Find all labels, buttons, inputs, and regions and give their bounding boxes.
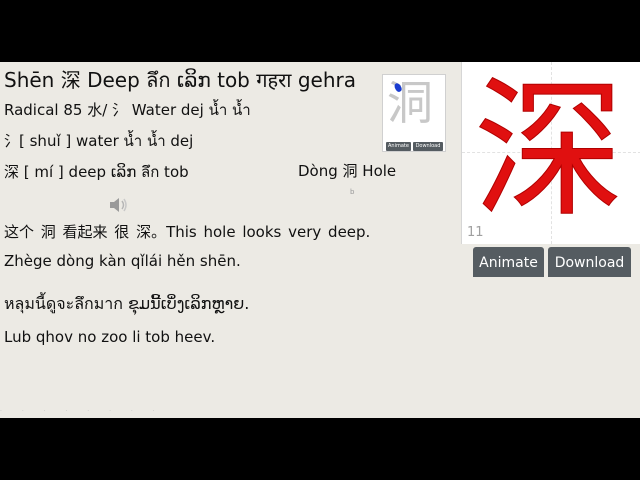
main-character: 深 [473,64,625,239]
stroke-order-panel: 深 11 [461,62,640,244]
example-sentence-thai-lao: หลุมนี้ดูจะลึกมาก ຂຸມນີ້ເບິ່ງເລິກຫຼາຍ. [4,294,250,313]
tiny-marker: b [350,188,355,196]
lesson-content: Shēn 深 Deep ลึก ເລິກ tob गहरा gehra Radi… [0,62,640,418]
related-character-thumbnail: 洞 Animate Download [382,74,446,152]
example-sentence-chinese: 这个 洞 看起来 很 深。This hole looks very deep. [4,223,371,241]
lesson-title: Shēn 深 Deep ลึก ເລິກ tob गहरा gehra [4,68,356,92]
bottom-toolbar-marks: · · · · · · · · [0,408,164,415]
animate-button[interactable]: Animate [473,247,544,277]
example-sentence-pinyin: Zhège dòng kàn qǐlái hěn shēn. [4,252,241,270]
hole-line: Dòng 洞 Hole [298,162,397,180]
speaker-icon[interactable] [108,195,130,215]
stroke-count: 11 [467,225,484,240]
example-sentence-hmong: Lub qhov no zoo li tob heev. [4,328,216,346]
deep-line: 深 [ mí ] deep ເລິກ ลึก tob [4,163,189,181]
thumbnail-animate-button[interactable]: Animate [386,142,411,151]
thumbnail-download-button[interactable]: Download [413,142,443,151]
radical-line: Radical 85 水/ 氵 Water dej น้ำ น้ำ [4,101,251,119]
download-button[interactable]: Download [548,247,631,277]
water-radical-line: 氵[ shuǐ ] water น้ำ น้ำ dej [4,132,194,150]
